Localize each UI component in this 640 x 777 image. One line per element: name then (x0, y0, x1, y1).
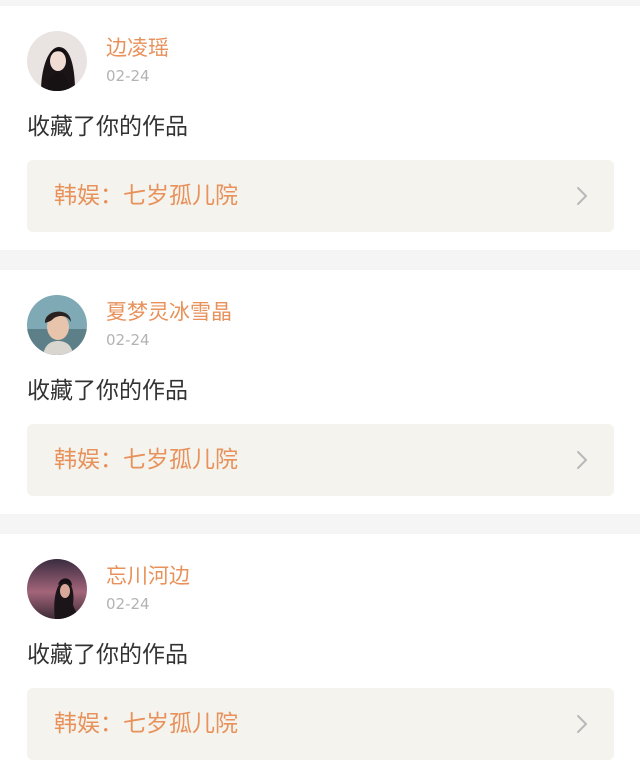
work-title: 韩娱：七岁孤儿院 (54, 183, 238, 209)
work-title: 韩娱：七岁孤儿院 (54, 711, 238, 737)
username[interactable]: 边凌瑶 (106, 35, 169, 61)
chevron-right-icon (577, 451, 587, 469)
timestamp: 02-24 (106, 331, 150, 349)
work-link-card[interactable]: 韩娱：七岁孤儿院 (27, 688, 614, 760)
action-text: 收藏了你的作品 (27, 114, 188, 140)
chevron-right-icon (577, 715, 587, 733)
action-text: 收藏了你的作品 (27, 378, 188, 404)
action-text: 收藏了你的作品 (27, 642, 188, 668)
notification-card: 忘川河边 02-24 收藏了你的作品 韩娱：七岁孤儿院 (0, 534, 640, 777)
user-avatar-icon[interactable] (27, 31, 87, 91)
user-avatar-icon[interactable] (27, 295, 87, 355)
work-link-card[interactable]: 韩娱：七岁孤儿院 (27, 160, 614, 232)
user-avatar-icon[interactable] (27, 559, 87, 619)
timestamp: 02-24 (106, 595, 150, 613)
chevron-right-icon (577, 187, 587, 205)
notification-card: 夏梦灵冰雪晶 02-24 收藏了你的作品 韩娱：七岁孤儿院 (0, 270, 640, 514)
username[interactable]: 夏梦灵冰雪晶 (106, 299, 232, 325)
timestamp: 02-24 (106, 67, 150, 85)
work-link-card[interactable]: 韩娱：七岁孤儿院 (27, 424, 614, 496)
notification-feed: 边凌瑶 02-24 收藏了你的作品 韩娱：七岁孤儿院 夏梦灵冰雪晶 02-24 … (0, 0, 640, 777)
work-title: 韩娱：七岁孤儿院 (54, 447, 238, 473)
notification-card: 边凌瑶 02-24 收藏了你的作品 韩娱：七岁孤儿院 (0, 6, 640, 250)
username[interactable]: 忘川河边 (106, 563, 190, 589)
